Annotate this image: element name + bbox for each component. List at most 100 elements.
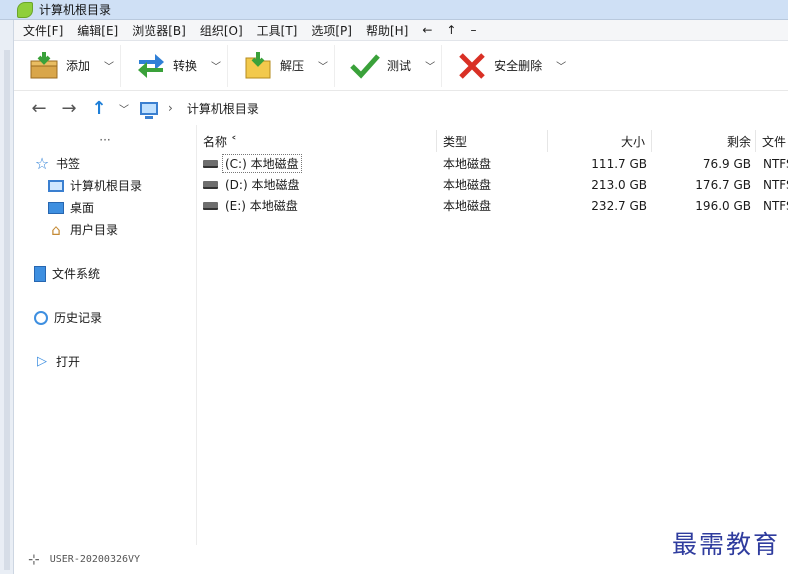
cell-free: 196.0 GB xyxy=(695,198,751,213)
sidebar-item-bookmarks[interactable]: ☆ 书签 xyxy=(34,155,80,172)
add-button[interactable]: 添加 ﹀ xyxy=(22,44,122,87)
menu-minimize-dash[interactable]: – xyxy=(470,23,476,37)
network-icon: ⊹ xyxy=(28,551,40,568)
cell-name: (C:) 本地磁盘 xyxy=(203,153,437,174)
test-label: 测试 xyxy=(387,59,412,73)
secure-delete-dropdown-icon[interactable]: ﹀ xyxy=(556,58,566,73)
convert-button[interactable]: 转换 ﹀ xyxy=(129,44,229,87)
watermark: 最需教育 xyxy=(671,530,780,559)
cell-filesystem: NTFS xyxy=(763,177,788,192)
cell-free: 176.7 GB xyxy=(695,177,751,192)
hard-drive-icon xyxy=(203,159,218,168)
breadcrumb-computer-root[interactable]: 计算机根目录 xyxy=(187,100,259,117)
sidebar-item-filesystem[interactable]: 文件系统 xyxy=(34,265,100,282)
table-row[interactable]: (D:) 本地磁盘 本地磁盘 213.0 GB 176.7 GB NTFS xyxy=(197,174,788,195)
computer-icon xyxy=(48,179,64,192)
left-window-frame xyxy=(0,20,14,574)
test-checkmark-icon xyxy=(349,50,381,82)
menu-up-arrow[interactable]: ↑ xyxy=(446,23,456,37)
convert-label: 转换 xyxy=(173,59,198,73)
play-icon: ▷ xyxy=(37,353,47,369)
star-icon: ☆ xyxy=(34,153,50,173)
convert-icon xyxy=(135,50,167,82)
sidebar-item-user-dir[interactable]: ⌂ 用户目录 xyxy=(48,221,118,238)
extract-icon xyxy=(242,50,274,82)
desktop-icon xyxy=(48,201,64,214)
extract-button[interactable]: 解压 ﹀ xyxy=(236,44,336,87)
drive-name: (D:) 本地磁盘 xyxy=(225,178,300,192)
extract-label: 解压 xyxy=(280,59,305,73)
address-bar: ← → ↑ ﹀ › 计算机根目录 xyxy=(14,92,788,124)
menu-tools[interactable]: 工具[T] xyxy=(257,22,298,39)
menu-options[interactable]: 选项[P] xyxy=(311,22,352,39)
computer-icon xyxy=(140,101,158,119)
home-icon: ⌂ xyxy=(51,220,61,239)
column-header-filesystem[interactable]: 文件 xyxy=(762,130,788,152)
window-title: 计算机根目录 xyxy=(39,3,112,17)
file-list: 名称 ˂ 类型 大小 剩余 文件 (C:) 本地磁盘 本地磁盘 111.7 GB… xyxy=(197,125,788,545)
column-header-type[interactable]: 类型 xyxy=(443,130,548,152)
sidebar-label-open: 打开 xyxy=(56,355,81,369)
add-archive-icon xyxy=(28,50,60,82)
menu-browser[interactable]: 浏览器[B] xyxy=(132,22,186,39)
column-header-name[interactable]: 名称 ˂ xyxy=(203,130,437,152)
sidebar-label-desktop: 桌面 xyxy=(70,201,95,215)
frame-scrollbar[interactable] xyxy=(4,50,10,570)
hard-drive-icon xyxy=(203,180,218,189)
sidebar-item-history[interactable]: 历史记录 xyxy=(34,309,102,326)
hard-drive-icon xyxy=(203,201,218,210)
back-arrow-icon[interactable]: ← xyxy=(24,98,54,119)
cell-type: 本地磁盘 xyxy=(443,178,492,192)
cell-size: 232.7 GB xyxy=(591,198,647,213)
extract-dropdown-icon[interactable]: ﹀ xyxy=(318,58,328,73)
drive-name: (C:) 本地磁盘 xyxy=(222,154,302,173)
menu-bar: 文件[F] 编辑[E] 浏览器[B] 组织[O] 工具[T] 选项[P] 帮助[… xyxy=(14,20,788,41)
cell-free: 76.9 GB xyxy=(702,156,751,171)
cell-name: (E:) 本地磁盘 xyxy=(203,195,437,216)
toolbar: 添加 ﹀ 转换 ﹀ 解压 ﹀ 测试 ﹀ 安全删除 ﹀ xyxy=(14,41,788,91)
table-row[interactable]: (E:) 本地磁盘 本地磁盘 232.7 GB 196.0 GB NTFS xyxy=(197,195,788,216)
history-dropdown-icon[interactable]: ﹀ xyxy=(114,101,134,116)
sidebar-item-open[interactable]: ▷ 打开 xyxy=(34,353,80,370)
title-bar: 计算机根目录 xyxy=(0,0,788,20)
table-row[interactable]: (C:) 本地磁盘 本地磁盘 111.7 GB 76.9 GB NTFS xyxy=(197,153,788,174)
breadcrumb-chevron-icon[interactable]: › xyxy=(168,101,173,115)
cell-size: 213.0 GB xyxy=(591,177,647,192)
app-leaf-icon xyxy=(17,1,33,18)
sidebar-item-computer-root[interactable]: 计算机根目录 xyxy=(48,177,142,194)
secure-delete-icon xyxy=(456,50,488,82)
sidebar-label-user-dir: 用户目录 xyxy=(70,223,119,237)
add-dropdown-icon[interactable]: ﹀ xyxy=(104,58,114,73)
cell-type: 本地磁盘 xyxy=(443,199,492,213)
cell-filesystem: NTFS xyxy=(763,156,788,171)
sidebar-label-history: 历史记录 xyxy=(54,311,103,325)
add-label: 添加 xyxy=(66,59,91,73)
sidebar-item-desktop[interactable]: 桌面 xyxy=(48,199,94,216)
cell-type: 本地磁盘 xyxy=(443,157,492,171)
sidebar: ··· ☆ 书签 计算机根目录 桌面 ⌂ 用户目录 文件系统 历史记录 ▷ 打开 xyxy=(14,125,197,545)
status-hostname: USER-20200326VY xyxy=(49,554,141,565)
forward-arrow-icon[interactable]: → xyxy=(54,98,84,119)
cell-size: 111.7 GB xyxy=(591,156,647,171)
convert-dropdown-icon[interactable]: ﹀ xyxy=(211,58,221,73)
column-header-size[interactable]: 大小 xyxy=(548,130,652,152)
sidebar-label-filesystem: 文件系统 xyxy=(52,267,101,281)
secure-delete-button[interactable]: 安全删除 ﹀ xyxy=(450,45,572,87)
sidebar-more-icon[interactable]: ··· xyxy=(14,133,196,151)
filesystem-icon xyxy=(34,265,46,282)
cell-name: (D:) 本地磁盘 xyxy=(203,174,437,195)
secure-delete-label: 安全删除 xyxy=(494,59,543,73)
up-arrow-icon[interactable]: ↑ xyxy=(84,98,114,119)
menu-back-arrow[interactable]: ← xyxy=(422,23,432,37)
sidebar-label-bookmarks: 书签 xyxy=(56,157,81,171)
cell-filesystem: NTFS xyxy=(763,198,788,213)
menu-edit[interactable]: 编辑[E] xyxy=(77,22,118,39)
column-header-free[interactable]: 剩余 xyxy=(652,130,756,152)
menu-file[interactable]: 文件[F] xyxy=(23,22,63,39)
clock-icon xyxy=(34,310,48,325)
test-button[interactable]: 测试 ﹀ xyxy=(343,44,443,87)
menu-help[interactable]: 帮助[H] xyxy=(366,22,408,39)
sidebar-label-computer-root: 计算机根目录 xyxy=(70,179,143,193)
test-dropdown-icon[interactable]: ﹀ xyxy=(425,58,435,73)
menu-organize[interactable]: 组织[O] xyxy=(200,22,243,39)
